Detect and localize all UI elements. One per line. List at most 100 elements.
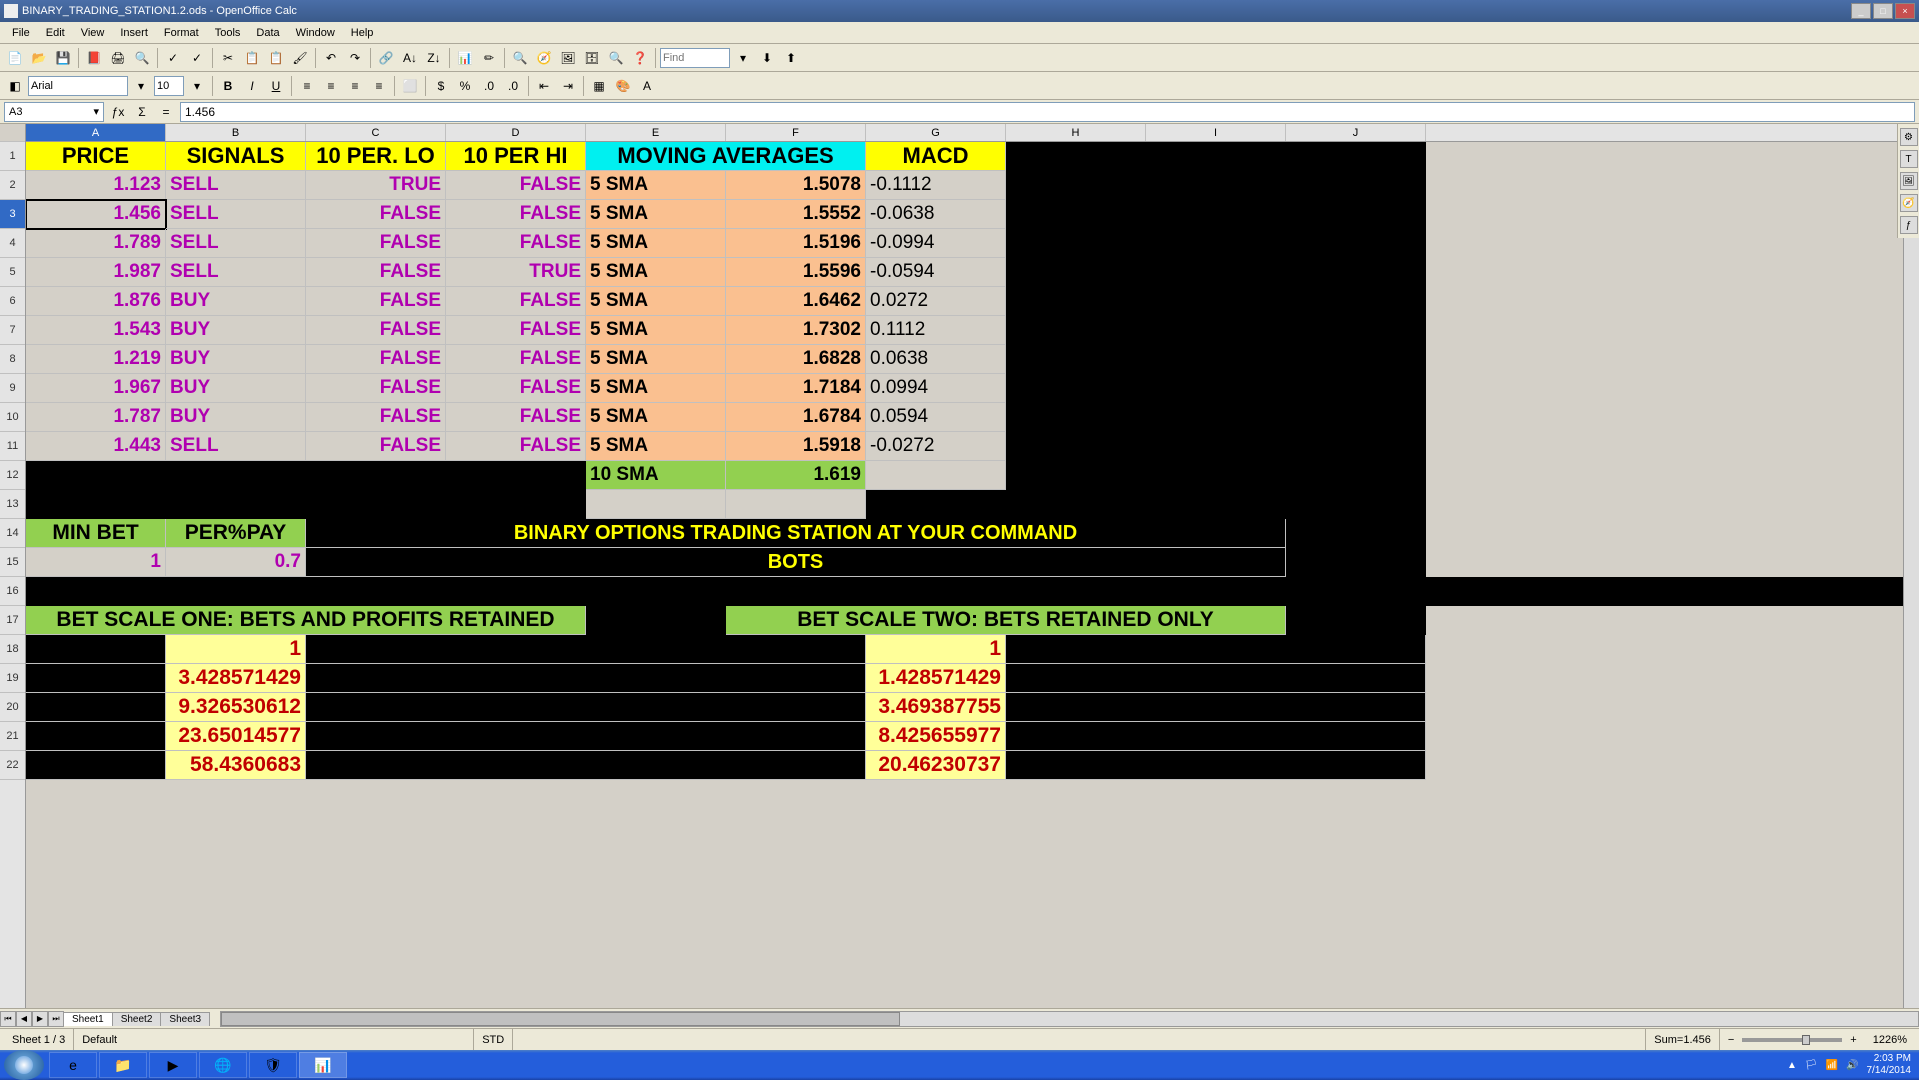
row-header-14[interactable]: 14: [0, 519, 25, 548]
row-header-3[interactable]: 3: [0, 200, 25, 229]
tray-network-icon[interactable]: 📶: [1826, 1060, 1838, 1071]
cell-C21[interactable]: [306, 722, 866, 751]
font-size-input[interactable]: [154, 76, 184, 96]
cell-H12[interactable]: [1006, 461, 1426, 490]
cell-H2[interactable]: [1006, 171, 1146, 200]
new-button[interactable]: 📄: [4, 47, 26, 69]
cell-C3[interactable]: FALSE: [306, 200, 446, 229]
equals-button[interactable]: =: [156, 102, 176, 122]
name-box-dropdown-icon[interactable]: ▾: [93, 105, 99, 118]
cell-E8[interactable]: 5 SMA: [586, 345, 726, 374]
find-input[interactable]: [660, 48, 730, 68]
cell-C19[interactable]: [306, 664, 866, 693]
find-next-button[interactable]: ⬇: [756, 47, 778, 69]
hyperlink-button[interactable]: 🔗: [375, 47, 397, 69]
styles-button[interactable]: ◧: [4, 75, 26, 97]
sheet-tab-1[interactable]: Sheet1: [63, 1012, 113, 1026]
row-header-22[interactable]: 22: [0, 751, 25, 780]
cell-F12[interactable]: 1.619: [726, 461, 866, 490]
find-dropdown-icon[interactable]: ▾: [732, 47, 754, 69]
cell-H5[interactable]: [1006, 258, 1146, 287]
cell-G18[interactable]: 1: [866, 635, 1006, 664]
tab-last-button[interactable]: ⏭: [48, 1011, 64, 1027]
close-button[interactable]: ×: [1895, 3, 1915, 19]
percent-button[interactable]: %: [454, 75, 476, 97]
cell-J10[interactable]: [1286, 403, 1426, 432]
cell-A2[interactable]: 1.123: [26, 171, 166, 200]
cell-C14[interactable]: BINARY OPTIONS TRADING STATION AT YOUR C…: [306, 519, 1286, 548]
cell-I10[interactable]: [1146, 403, 1286, 432]
cell-C6[interactable]: FALSE: [306, 287, 446, 316]
tab-next-button[interactable]: ▶: [32, 1011, 48, 1027]
cell-B18[interactable]: 1: [166, 635, 306, 664]
remove-decimal-button[interactable]: .0: [502, 75, 524, 97]
zoom-out-icon[interactable]: −: [1728, 1034, 1734, 1046]
cell-A15[interactable]: 1: [26, 548, 166, 577]
cell-H20[interactable]: [1006, 693, 1426, 722]
function-wizard-button[interactable]: ƒx: [108, 102, 128, 122]
cell-G1[interactable]: MACD: [866, 142, 1006, 171]
zoom-button[interactable]: 🔍: [605, 47, 627, 69]
cell-H3[interactable]: [1006, 200, 1146, 229]
cell-E2[interactable]: 5 SMA: [586, 171, 726, 200]
cell-D3[interactable]: FALSE: [446, 200, 586, 229]
tab-first-button[interactable]: ⏮: [0, 1011, 16, 1027]
tray-action-icon[interactable]: 🏳: [1805, 1060, 1818, 1071]
cell-B15[interactable]: 0.7: [166, 548, 306, 577]
cell-H7[interactable]: [1006, 316, 1146, 345]
copy-button[interactable]: 📋: [241, 47, 263, 69]
maximize-button[interactable]: □: [1873, 3, 1893, 19]
row-header-12[interactable]: 12: [0, 461, 25, 490]
cell-H4[interactable]: [1006, 229, 1146, 258]
cell-I1[interactable]: [1146, 142, 1286, 171]
cell-A18[interactable]: [26, 635, 166, 664]
cell-F3[interactable]: 1.5552: [726, 200, 866, 229]
cell-G7[interactable]: 0.1112: [866, 316, 1006, 345]
cell-H22[interactable]: [1006, 751, 1426, 780]
menu-insert[interactable]: Insert: [112, 25, 156, 41]
row-header-13[interactable]: 13: [0, 490, 25, 519]
merge-button[interactable]: ⬜: [399, 75, 421, 97]
zoom-slider[interactable]: [1742, 1038, 1842, 1042]
cell-F11[interactable]: 1.5918: [726, 432, 866, 461]
cell-D6[interactable]: FALSE: [446, 287, 586, 316]
cell-B11[interactable]: SELL: [166, 432, 306, 461]
borders-button[interactable]: ▦: [588, 75, 610, 97]
menu-window[interactable]: Window: [288, 25, 343, 41]
col-header-J[interactable]: J: [1286, 124, 1426, 141]
row-header-18[interactable]: 18: [0, 635, 25, 664]
cell-J11[interactable]: [1286, 432, 1426, 461]
sheet-tab-3[interactable]: Sheet3: [160, 1012, 210, 1026]
cell-G21[interactable]: 8.425655977: [866, 722, 1006, 751]
menu-file[interactable]: File: [4, 25, 38, 41]
cell-J17[interactable]: [1286, 606, 1426, 635]
cell-E12[interactable]: 10 SMA: [586, 461, 726, 490]
row-header-1[interactable]: 1: [0, 142, 25, 171]
font-name-input[interactable]: [28, 76, 128, 96]
taskbar-ie[interactable]: e: [49, 1052, 97, 1078]
menu-help[interactable]: Help: [343, 25, 382, 41]
cell-A4[interactable]: 1.789: [26, 229, 166, 258]
cell-J7[interactable]: [1286, 316, 1426, 345]
cell-B19[interactable]: 3.428571429: [166, 664, 306, 693]
sheet-tab-2[interactable]: Sheet2: [112, 1012, 162, 1026]
cell-A6[interactable]: 1.876: [26, 287, 166, 316]
undo-button[interactable]: ↶: [320, 47, 342, 69]
cell-A12[interactable]: [26, 461, 586, 490]
row-header-21[interactable]: 21: [0, 722, 25, 751]
show-draw-button[interactable]: ✏: [478, 47, 500, 69]
row-header-2[interactable]: 2: [0, 171, 25, 200]
cell-D5[interactable]: TRUE: [446, 258, 586, 287]
cell-A21[interactable]: [26, 722, 166, 751]
cell-G2[interactable]: -0.1112: [866, 171, 1006, 200]
cell-A3[interactable]: 1.456: [26, 200, 166, 229]
cell-B5[interactable]: SELL: [166, 258, 306, 287]
row-header-9[interactable]: 9: [0, 374, 25, 403]
cell-G6[interactable]: 0.0272: [866, 287, 1006, 316]
cell-B10[interactable]: BUY: [166, 403, 306, 432]
sort-asc-button[interactable]: A↓: [399, 47, 421, 69]
cell-C20[interactable]: [306, 693, 866, 722]
cell-H6[interactable]: [1006, 287, 1146, 316]
cell-A16[interactable]: [26, 577, 1426, 606]
cell-J8[interactable]: [1286, 345, 1426, 374]
